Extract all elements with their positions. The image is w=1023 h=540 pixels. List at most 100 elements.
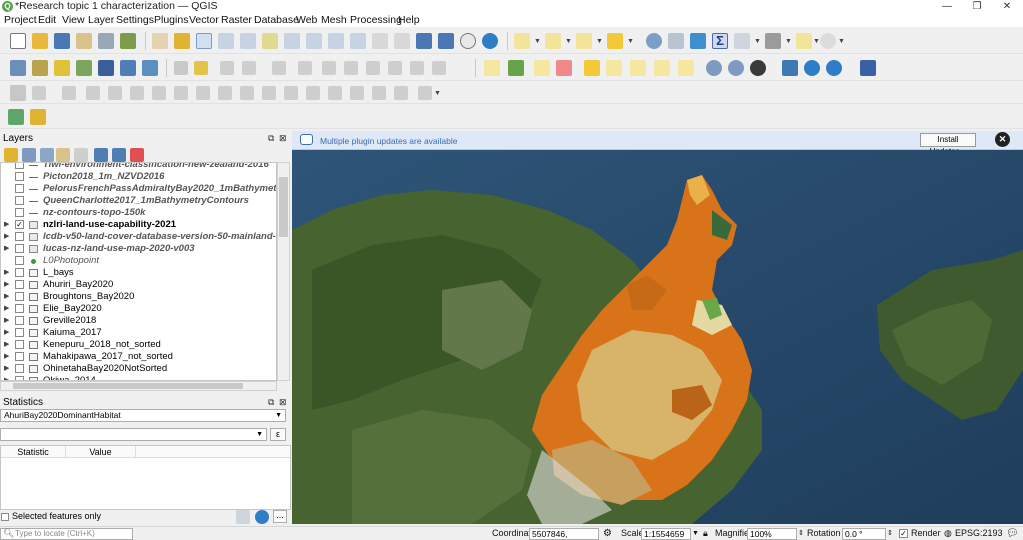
select-by-value-icon[interactable] (545, 33, 561, 49)
locator-search-input[interactable]: 🔍︎ Type to locate (Ctrl+K) (0, 528, 133, 540)
layer-visibility-checkbox[interactable] (15, 208, 24, 217)
new-virtual-layer-icon[interactable] (120, 60, 136, 76)
remove-layer-icon[interactable] (130, 148, 144, 162)
expand-arrow-icon[interactable]: ▶ (4, 267, 9, 279)
chevron-down-icon[interactable]: ▼ (534, 38, 541, 45)
attribute-table-icon[interactable] (668, 33, 684, 49)
simplify-icon[interactable] (108, 86, 122, 100)
menu-web[interactable]: Web (296, 13, 317, 27)
render-checkbox[interactable]: ✓ (899, 529, 908, 538)
layer-item[interactable]: ▶ L_bays (1, 267, 276, 279)
layout-manager-icon[interactable] (98, 33, 114, 49)
layer-tree-vertical-scrollbar[interactable] (277, 162, 290, 381)
expand-arrow-icon[interactable]: ▶ (4, 243, 9, 255)
new-geopackage-icon[interactable] (32, 60, 48, 76)
plugin-dark-icon[interactable] (750, 60, 766, 76)
expand-arrow-icon[interactable]: ▶ (4, 291, 9, 303)
zoom-full-icon[interactable] (240, 33, 256, 49)
panel-float-button[interactable]: ⧉ (268, 133, 274, 144)
layer-item[interactable]: nz-contours-topo-150k (1, 207, 276, 219)
rotate-label-icon[interactable] (606, 60, 622, 76)
new-temp-layer-icon[interactable] (142, 60, 158, 76)
menu-mesh[interactable]: Mesh (321, 13, 347, 27)
zoom-out-icon[interactable] (218, 33, 234, 49)
layer-visibility-checkbox[interactable] (15, 172, 24, 181)
select-location-icon[interactable] (607, 33, 623, 49)
zoom-selection-icon[interactable] (262, 33, 278, 49)
zoom-layer-icon[interactable] (284, 33, 300, 49)
menu-view[interactable]: View (62, 13, 85, 27)
layer-visibility-checkbox[interactable] (15, 352, 24, 361)
rotation-input[interactable]: 0.0 ° (842, 528, 886, 540)
chevron-down-icon[interactable]: ▼ (627, 38, 634, 45)
help-contents-icon[interactable] (860, 60, 876, 76)
processing-toolbox-icon[interactable] (690, 33, 706, 49)
menu-database[interactable]: Database (254, 13, 299, 27)
layer-item[interactable]: ▶ Kenepuru_2018_not_sorted (1, 339, 276, 351)
menu-help[interactable]: Help (398, 13, 420, 27)
expand-arrow-icon[interactable]: ▶ (4, 327, 9, 339)
split-parts-icon[interactable] (328, 86, 342, 100)
layer-visibility-checkbox[interactable] (15, 316, 24, 325)
delete-ring-icon[interactable] (196, 86, 210, 100)
layer-visibility-checkbox[interactable] (15, 244, 24, 253)
layer-item[interactable]: ▶ Greville2018 (1, 315, 276, 327)
plugin-globe-icon[interactable] (706, 60, 722, 76)
offset-curve-icon[interactable] (262, 86, 276, 100)
layer-item[interactable]: ▶ lucas-nz-land-use-map-2020-v003 (1, 243, 276, 255)
move-feature-icon[interactable] (62, 86, 76, 100)
bookmark-icon[interactable] (416, 33, 432, 49)
menu-edit[interactable]: Edit (38, 13, 56, 27)
map-tips-icon[interactable] (796, 33, 812, 49)
expand-arrow-icon[interactable]: ▶ (4, 339, 9, 351)
expand-all-icon[interactable] (94, 148, 108, 162)
plugin-blue-icon[interactable] (804, 60, 820, 76)
layer-item[interactable]: QueenCharlotte2017_1mBathymetryContours (1, 195, 276, 207)
layer-item[interactable]: ▶ OhinetahaBay2020NotSorted (1, 363, 276, 375)
zoom-next-icon[interactable] (350, 33, 366, 49)
layer-item[interactable]: Tiwi-environment-classification-new-zeal… (1, 163, 276, 171)
chevron-down-icon[interactable]: ▼ (596, 38, 603, 45)
restore-button[interactable]: ❐ (962, 0, 992, 13)
layer-visibility-checkbox[interactable]: ✓ (15, 220, 24, 229)
current-edits-icon[interactable] (174, 61, 188, 75)
label-toolbar-icon[interactable] (484, 60, 500, 76)
expand-arrow-icon[interactable]: ▶ (4, 231, 9, 243)
reshape-icon[interactable] (240, 86, 254, 100)
deselect-icon[interactable] (576, 33, 592, 49)
chevron-down-icon[interactable]: ▼ (813, 38, 820, 45)
identify-icon[interactable] (646, 33, 662, 49)
zoom-last-icon[interactable] (328, 33, 344, 49)
expand-arrow-icon[interactable]: ▶ (4, 279, 9, 291)
diagram-icon[interactable] (508, 60, 524, 76)
copy-statistics-icon[interactable] (236, 510, 250, 524)
layer-visibility-checkbox[interactable] (15, 364, 24, 373)
expand-arrow-icon[interactable]: ▶ (4, 363, 9, 375)
digitize-line-icon[interactable] (242, 61, 256, 75)
new-3d-view-icon[interactable] (394, 33, 410, 49)
highlight-label-icon[interactable] (556, 60, 572, 76)
new-shapefile-icon[interactable] (54, 60, 70, 76)
layer-visibility-checkbox[interactable] (15, 280, 24, 289)
menu-raster[interactable]: Raster (221, 13, 252, 27)
expand-arrow-icon[interactable]: ▶ (4, 351, 9, 363)
layer-visibility-checkbox[interactable] (15, 196, 24, 205)
map-canvas[interactable] (292, 150, 1023, 524)
zoom-in-icon[interactable] (196, 33, 212, 49)
style-manager-icon[interactable] (120, 33, 136, 49)
expand-arrow-icon[interactable]: ▶ (4, 303, 9, 315)
scrollbar-thumb[interactable] (279, 177, 288, 237)
scale-input[interactable]: 1:1554659 (641, 528, 691, 540)
chevron-down-icon[interactable]: ▼ (434, 90, 441, 97)
layer-item[interactable]: ▶ Elie_Bay2020 (1, 303, 276, 315)
delete-selected-icon[interactable] (322, 61, 336, 75)
move-label-icon[interactable] (584, 60, 600, 76)
scrollbar-thumb[interactable] (13, 383, 243, 389)
add-ring-icon[interactable] (130, 86, 144, 100)
open-project-icon[interactable] (32, 33, 48, 49)
selected-only-checkbox[interactable] (1, 513, 9, 521)
layer-visibility-checkbox[interactable] (15, 256, 24, 265)
minimize-button[interactable]: — (932, 0, 962, 13)
close-notification-button[interactable]: ✕ (995, 132, 1010, 147)
save-edits-icon[interactable] (220, 61, 234, 75)
